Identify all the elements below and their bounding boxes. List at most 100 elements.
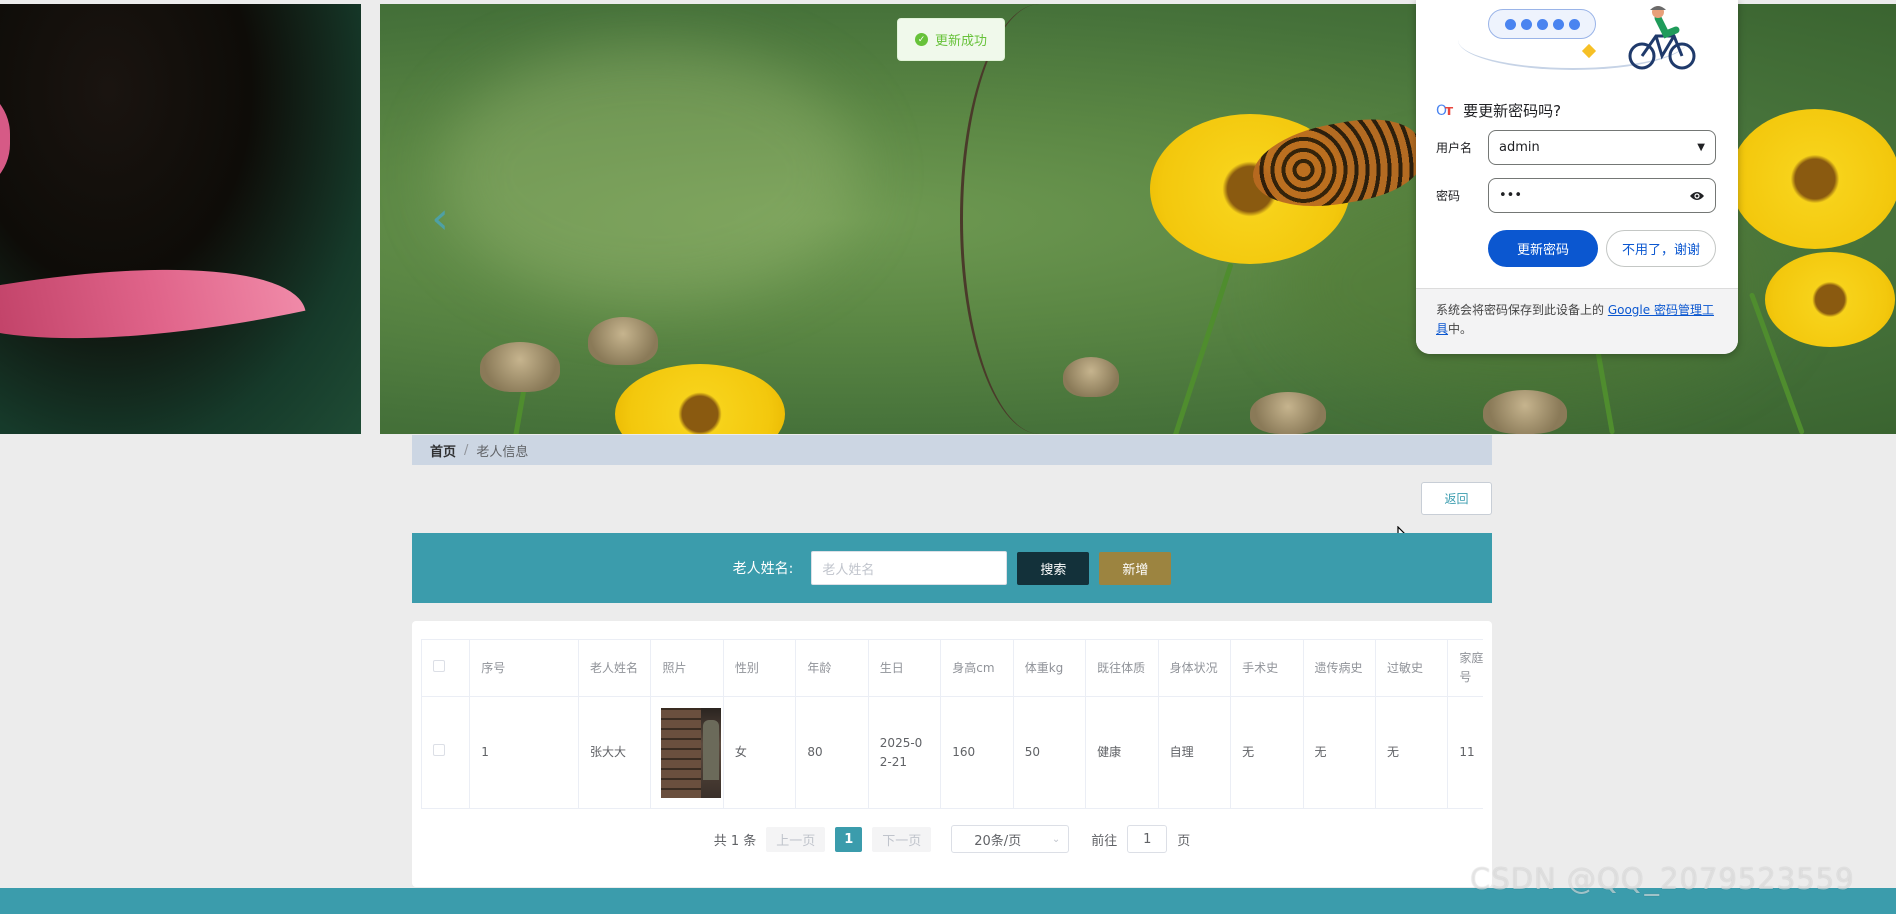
page-number-current[interactable]: 1 — [835, 826, 863, 852]
username-label: 用户名 — [1436, 141, 1473, 155]
table-row[interactable]: 1 张大大 女 80 2025-02-21 160 50 健康 自理 无 无 无… — [421, 696, 1483, 809]
table-header-row: 序号 老人姓名 照片 性别 年龄 生日 身高cm 体重kg 既往体质 身体状况 … — [421, 639, 1483, 697]
cell-condition: 自理 — [1157, 696, 1232, 809]
update-password-button[interactable]: 更新密码 — [1488, 230, 1598, 267]
column-header: 既往体质 — [1085, 639, 1159, 697]
toast-message: 更新成功 — [934, 34, 987, 49]
flower-bud — [588, 317, 658, 365]
column-header: 家庭电话号 — [1447, 639, 1483, 697]
flower-stem — [1170, 262, 1234, 434]
cell-age: 80 — [795, 696, 869, 809]
select-all-checkbox[interactable] — [433, 659, 445, 672]
column-header: 过敏史 — [1374, 639, 1449, 697]
username-row: 用户名 admin ▼ — [1436, 130, 1716, 165]
page-size-select[interactable]: 20条/页 ⌄ — [951, 825, 1070, 853]
breadcrumb-home[interactable]: 首页 — [430, 441, 456, 460]
flower-bud — [1483, 390, 1567, 434]
column-header: 身体状况 — [1157, 639, 1232, 697]
cell-gender: 女 — [722, 696, 797, 809]
background-blur — [440, 44, 860, 304]
cell-allergy: 无 — [1374, 696, 1449, 809]
breadcrumb-separator: / — [464, 442, 469, 458]
petal-shape — [0, 222, 306, 386]
row-checkbox[interactable] — [433, 744, 445, 756]
yellow-flower — [615, 364, 785, 434]
select-all-cell — [421, 639, 471, 697]
popup-footer: 系统会将密码保存到此设备上的 Google 密码管理工具中。 — [1416, 288, 1738, 354]
search-button[interactable]: 搜索 — [1017, 551, 1090, 585]
search-label: 老人姓名: — [732, 561, 794, 577]
page-size-value: 20条/页 — [974, 833, 1022, 849]
pagination: 共 1 条 上一页 1 下一页 20条/页 ⌄ 前往 1 页 — [412, 825, 1492, 853]
password-label: 密码 — [1436, 189, 1461, 203]
cell-name: 张大大 — [577, 696, 652, 809]
column-header: 年龄 — [795, 639, 869, 697]
column-header: 序号 — [469, 639, 579, 697]
popup-title: 要更新密码吗? — [1463, 102, 1562, 120]
elder-photo — [661, 707, 722, 798]
search-bar: 老人姓名: 老人姓名 搜索 新增 — [412, 533, 1492, 603]
table-container[interactable]: 序号 老人姓名 照片 性别 年龄 生日 身高cm 体重kg 既往体质 身体状况 … — [421, 639, 1483, 810]
column-header: 身高cm — [940, 639, 1014, 697]
row-select-cell — [421, 696, 471, 809]
page: ‹ ✓ 更新成功 Oт 要更新密码吗? 用户名 admin ▼ 密码 ••• 更… — [0, 0, 1896, 914]
popup-title-row: Oт 要更新密码吗? — [1436, 100, 1561, 121]
flower-bud — [1250, 392, 1326, 434]
yellow-flower — [1730, 109, 1896, 249]
add-button[interactable]: 新增 — [1099, 551, 1172, 585]
cell-photo — [650, 696, 724, 809]
password-field[interactable]: ••• — [1488, 178, 1716, 213]
chevron-down-icon: ⌄ — [1051, 833, 1061, 845]
prev-page-button[interactable]: 上一页 — [766, 826, 826, 852]
breadcrumb-current: 老人信息 — [476, 444, 529, 460]
popup-illustration — [1416, 0, 1738, 90]
cell-surgery: 无 — [1230, 696, 1304, 809]
column-header: 手术史 — [1230, 639, 1304, 697]
cell-weight: 50 — [1012, 696, 1087, 809]
chevron-left-icon[interactable]: ‹ — [425, 197, 455, 243]
next-page-button[interactable]: 下一页 — [872, 826, 932, 852]
caret-down-icon: ▼ — [1697, 142, 1705, 153]
petal-shape — [0, 84, 10, 194]
column-header: 老人姓名 — [577, 639, 652, 697]
cell-birthday: 2025-02-21 — [867, 696, 942, 809]
dismiss-button[interactable]: 不用了，谢谢 — [1606, 230, 1716, 267]
column-header: 性别 — [722, 639, 797, 697]
username-value: admin — [1499, 140, 1540, 155]
success-toast: ✓ 更新成功 — [897, 18, 1005, 61]
password-dots-icon — [1488, 9, 1596, 39]
total-count: 共 1 条 — [713, 833, 757, 849]
goto-page-input[interactable]: 1 — [1127, 825, 1168, 853]
cell-phone: 11 — [1447, 696, 1483, 809]
cyclist-icon — [1628, 6, 1696, 70]
page-suffix: 页 — [1177, 833, 1191, 849]
breadcrumb: 首页 / 老人信息 — [412, 435, 1492, 465]
footer-text: 系统会将密码保存到此设备上的 — [1436, 303, 1608, 317]
column-header: 照片 — [650, 639, 724, 697]
key-icon: Oт — [1436, 102, 1453, 119]
column-header: 体重kg — [1012, 639, 1087, 697]
photo-background — [661, 707, 702, 798]
photo-figure — [703, 719, 720, 780]
password-row: 密码 ••• — [1436, 178, 1716, 213]
cell-height: 160 — [940, 696, 1014, 809]
yellow-flower — [1765, 252, 1895, 347]
elder-table: 序号 老人姓名 照片 性别 年龄 生日 身高cm 体重kg 既往体质 身体状况 … — [421, 639, 1483, 809]
flower-bud — [1063, 357, 1119, 397]
username-select[interactable]: admin ▼ — [1488, 130, 1716, 165]
password-value: ••• — [1499, 188, 1523, 203]
carousel-slide-previous — [0, 4, 361, 434]
table-card: 序号 老人姓名 照片 性别 年龄 生日 身高cm 体重kg 既往体质 身体状况 … — [412, 621, 1492, 887]
column-header: 生日 — [867, 639, 942, 697]
flower-bud — [480, 342, 560, 392]
cell-constitution: 健康 — [1085, 696, 1159, 809]
cell-index: 1 — [469, 696, 579, 809]
cell-genetic: 无 — [1302, 696, 1376, 809]
back-button[interactable]: 返回 — [1421, 482, 1492, 515]
eye-icon[interactable] — [1689, 190, 1705, 202]
watermark-text: CSDN @QQ_2079523559 — [1470, 862, 1855, 896]
column-header: 遗传病史 — [1302, 639, 1376, 697]
elder-name-input[interactable]: 老人姓名 — [811, 551, 1008, 585]
password-update-popup: Oт 要更新密码吗? 用户名 admin ▼ 密码 ••• 更新密码 不用了，谢… — [1416, 0, 1738, 354]
goto-label: 前往 — [1091, 833, 1118, 849]
